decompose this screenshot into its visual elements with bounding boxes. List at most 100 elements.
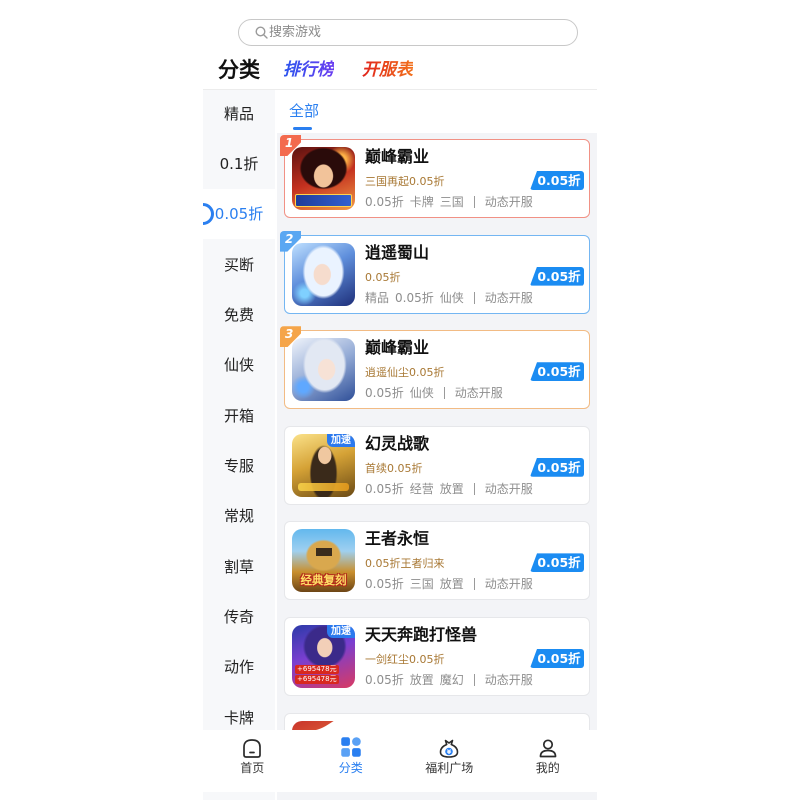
server-status: 动态开服 (484, 195, 533, 209)
game-subtitle: 逍遥仙尘0.05折 (365, 366, 445, 380)
game-tag: 放置 (439, 481, 464, 496)
category-sidebar: 精品 0.1折 0.05折买断免费仙侠开箱专服常规割草传奇动作卡牌 (203, 90, 275, 800)
category-grid-icon (341, 737, 361, 757)
game-cover-image (292, 147, 355, 210)
game-tags: 0.05折 卡牌 三国 动态开服 (365, 194, 533, 210)
sidebar-item-label: 动作 (223, 658, 254, 677)
sidebar-item-label: 开箱 (223, 406, 254, 425)
tab-category[interactable]: 分类 (218, 57, 260, 83)
game-cover-art (292, 147, 355, 210)
tag-list: 0.05折 经营 放置 (365, 481, 470, 497)
game-list[interactable]: 巅峰霸业 三国再起0.05折 0.05折 卡牌 三国 动态开服 0.05折 1 逍遥… (277, 133, 597, 800)
game-tag: 仙侠 (439, 290, 464, 305)
nav-welfare[interactable]: ¥ 福利广场 (400, 730, 499, 792)
sidebar-item-label: 专服 (223, 456, 254, 475)
game-cover-image (292, 338, 355, 402)
nav-label: 分类 (338, 761, 363, 775)
sidebar-item-label: 免费 (223, 305, 254, 324)
sidebar-item[interactable]: 开箱 (203, 390, 275, 440)
game-tag: 三国 (409, 577, 434, 592)
tag-divider (473, 196, 475, 208)
sidebar-item[interactable]: 常规 (203, 491, 275, 541)
sidebar-item[interactable]: 动作 (203, 642, 275, 692)
game-card[interactable]: 逍遥蜀山 0.05折 精品 0.05折 仙侠 动态开服 0.05折 2 (280, 230, 590, 314)
cover-prize-label: +695478元 (295, 674, 339, 684)
game-card[interactable]: 巅峰霸业 三国再起0.05折 0.05折 卡牌 三国 动态开服 0.05折 1 (280, 135, 590, 218)
filter-tab-all[interactable]: 全部 (289, 101, 319, 121)
tag-divider (473, 291, 475, 304)
game-title: 巅峰霸业 (365, 338, 430, 358)
game-tag: 0.05折 (395, 290, 434, 305)
game-tag: 经营 (409, 481, 434, 496)
nav-category[interactable]: 分类 (302, 730, 401, 792)
tag-list: 精品 0.05折 仙侠 (365, 290, 470, 306)
game-cards: 巅峰霸业 三国再起0.05折 0.05折 卡牌 三国 动态开服 0.05折 1 逍遥… (280, 135, 590, 800)
game-list-panel: 全部 巅峰霸业 三国再起0.05折 0.05折 卡牌 三国 动态开服 0.05折 1… (277, 90, 597, 800)
speed-up-badge: 加速 (327, 433, 355, 447)
sidebar-item[interactable]: 精品 (203, 88, 275, 138)
cover-caption: 经典复刻 (300, 573, 347, 588)
game-card[interactable]: 巅峰霸业 逍遥仙尘0.05折 0.05折 仙侠 动态开服 0.05折 3 (280, 326, 590, 410)
game-tag: 0.05折 (365, 481, 404, 496)
search-bar[interactable] (238, 19, 578, 46)
tab-server-list[interactable]: 开服表 (362, 59, 413, 81)
game-title: 巅峰霸业 (365, 147, 430, 166)
profile-icon (539, 739, 557, 758)
game-card[interactable]: 经典复刻 王者永恒 0.05折王者归来 0.05折 三国 放置 动态开服 0.05折 (284, 521, 590, 601)
game-tags: 0.05折 仙侠 动态开服 (365, 385, 503, 401)
sidebar-item-label: 传奇 (223, 607, 254, 626)
game-tag: 放置 (439, 577, 464, 592)
sidebar-item[interactable]: 0.1折 (203, 138, 275, 188)
sidebar-item-label: 卡牌 (223, 708, 254, 727)
game-tag: 仙侠 (409, 386, 434, 401)
game-cover-image: 加速 (292, 433, 355, 497)
sidebar-item[interactable]: 传奇 (203, 591, 275, 641)
nav-bump (307, 716, 395, 731)
game-tag: 魔幻 (439, 672, 464, 687)
sidebar-item[interactable]: 专服 (203, 440, 275, 490)
nav-home[interactable]: 首页 (203, 730, 302, 792)
sidebar-item-label: 0.05折 (214, 205, 264, 224)
game-cover-art (292, 338, 355, 402)
game-title: 幻灵战歌 (365, 433, 430, 453)
game-card[interactable]: 加速 幻灵战歌 首续0.05折 0.05折 经营 放置 动态开服 0.05折 (284, 425, 590, 505)
game-tag: 0.05折 (365, 195, 404, 209)
game-subtitle: 0.05折王者归来 (365, 557, 445, 571)
home-icon (243, 739, 262, 758)
tag-divider (443, 387, 445, 400)
sidebar-item[interactable]: 免费 (203, 289, 275, 339)
game-subtitle: 三国再起0.05折 (365, 175, 445, 188)
game-subtitle: 一剑红尘0.05折 (365, 652, 445, 666)
sidebar-item[interactable]: 0.05折 (203, 188, 275, 239)
tag-list: 0.05折 仙侠 (365, 385, 440, 401)
discount-badge: 0.05折 (530, 457, 584, 477)
sidebar-item[interactable]: 买断 (203, 239, 275, 289)
tag-divider (473, 578, 475, 591)
game-cover-image: 经典复刻 (292, 529, 355, 593)
game-tag: 0.05折 (365, 672, 404, 687)
cover-prize-label: +695478元 (295, 664, 339, 674)
nav-profile[interactable]: 我的 (499, 730, 598, 792)
game-tags: 0.05折 放置 魔幻 动态开服 (365, 672, 533, 688)
game-subtitle: 0.05折 (365, 270, 401, 284)
yen-glyph: ¥ (447, 748, 452, 756)
sidebar-item[interactable]: 割草 (203, 541, 275, 591)
game-tag: 精品 (365, 290, 390, 305)
game-cover-image (292, 242, 355, 306)
server-status: 动态开服 (484, 290, 533, 305)
game-card[interactable]: 加速 +695478元 +695478元 天天奔跑打怪兽 一剑红尘0.05折 0.0… (284, 616, 590, 696)
sidebar-item[interactable]: 仙侠 (203, 340, 275, 390)
speed-up-badge: 加速 (327, 624, 355, 638)
game-tag: 0.05折 (365, 386, 404, 401)
discount-badge: 0.05折 (530, 171, 584, 190)
search-input[interactable] (269, 20, 559, 45)
bottom-navigation: 首页 分类 ¥ 福利广场 我的 (203, 716, 598, 792)
sidebar-item-label: 割草 (223, 557, 254, 576)
game-cover-image: 加速 +695478元 +695478元 (292, 624, 355, 688)
game-title: 王者永恒 (365, 529, 430, 549)
tab-ranking[interactable]: 排行榜 (283, 59, 334, 81)
sidebar-item-label: 买断 (223, 255, 254, 274)
game-tags: 精品 0.05折 仙侠 动态开服 (365, 290, 533, 306)
sidebar-item-label: 常规 (223, 507, 254, 526)
tag-list: 0.05折 放置 魔幻 (365, 672, 470, 688)
